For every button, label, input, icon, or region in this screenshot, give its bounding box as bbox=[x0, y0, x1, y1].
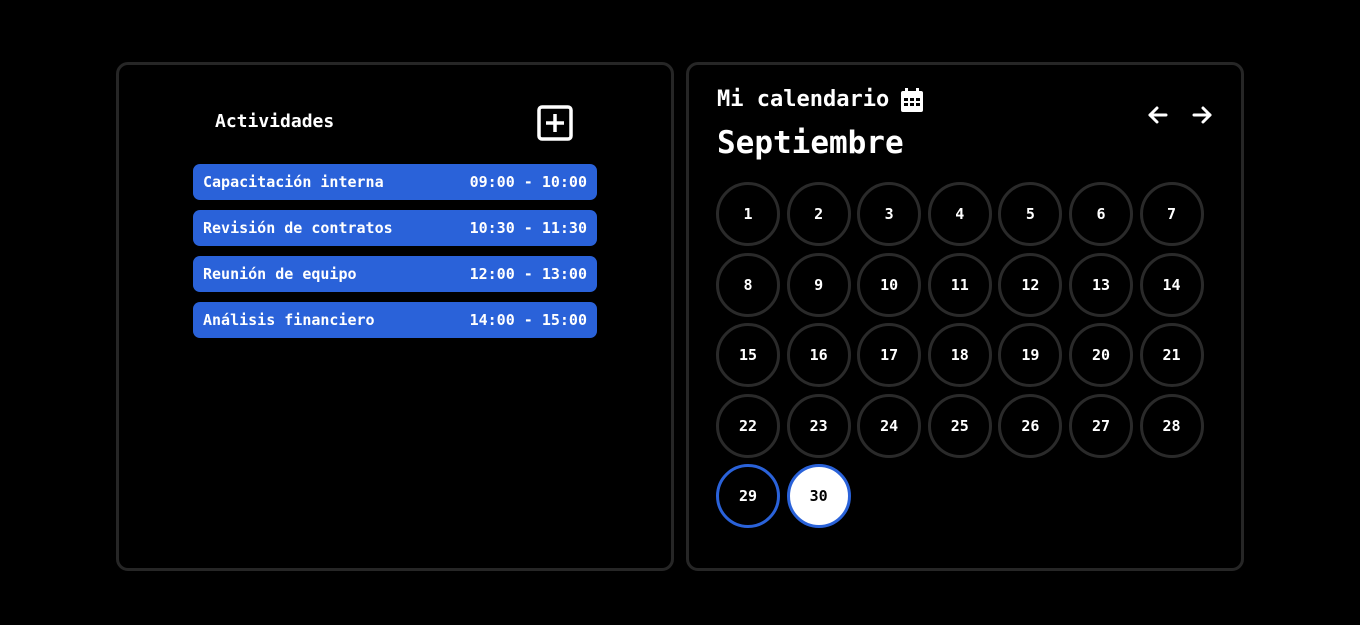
day-cell[interactable]: 23 bbox=[786, 393, 851, 458]
activity-time: 10:30 - 11:30 bbox=[469, 219, 587, 237]
day-cell[interactable]: 16 bbox=[786, 323, 851, 387]
day-cell[interactable]: 21 bbox=[1139, 323, 1204, 387]
day-cell[interactable]: 12 bbox=[998, 252, 1063, 317]
day-cell[interactable]: 25 bbox=[927, 393, 992, 458]
activities-title: Actividades bbox=[215, 111, 335, 132]
day-cell[interactable]: 29 bbox=[716, 464, 780, 528]
day-cell[interactable]: 2 bbox=[786, 182, 851, 246]
day-cell[interactable]: 9 bbox=[786, 252, 851, 317]
activity-item[interactable]: Revisión de contratos 10:30 - 11:30 bbox=[193, 210, 597, 246]
day-cell[interactable]: 22 bbox=[716, 393, 780, 458]
day-cell[interactable]: 10 bbox=[857, 252, 922, 317]
day-cell[interactable]: 4 bbox=[927, 182, 992, 246]
day-cell[interactable]: 20 bbox=[1068, 323, 1133, 387]
day-cell[interactable]: 15 bbox=[716, 323, 780, 387]
day-cell[interactable]: 13 bbox=[1068, 252, 1133, 317]
activity-time: 12:00 - 13:00 bbox=[469, 265, 587, 283]
calendar-header: Mi calendario bbox=[717, 87, 924, 112]
day-cell[interactable]: 26 bbox=[998, 393, 1063, 458]
activity-item[interactable]: Capacitación interna 09:00 - 10:00 bbox=[193, 164, 597, 200]
day-cell[interactable]: 3 bbox=[857, 182, 922, 246]
activities-list: Capacitación interna 09:00 - 10:00 Revis… bbox=[193, 164, 597, 348]
activity-name: Reunión de equipo bbox=[203, 265, 357, 283]
day-grid: 1 2 3 4 5 6 7 8 9 10 11 12 13 14 15 16 17 18 19 20 21 22 23 24 2… bbox=[716, 182, 1204, 528]
month-label: Septiembre bbox=[717, 125, 904, 161]
activity-item[interactable]: Análisis financiero 14:00 - 15:00 bbox=[193, 302, 597, 338]
day-cell[interactable]: 30 bbox=[786, 464, 851, 528]
arrow-left-icon[interactable] bbox=[1146, 103, 1170, 127]
activities-panel: Actividades Capacitación interna 09:00 -… bbox=[116, 62, 674, 571]
activity-name: Capacitación interna bbox=[203, 173, 384, 191]
plus-square-icon[interactable] bbox=[537, 105, 573, 141]
day-cell[interactable]: 1 bbox=[716, 182, 780, 246]
day-cell[interactable]: 11 bbox=[927, 252, 992, 317]
activity-time: 14:00 - 15:00 bbox=[469, 311, 587, 329]
arrow-right-icon[interactable] bbox=[1190, 103, 1214, 127]
day-cell[interactable]: 17 bbox=[857, 323, 922, 387]
day-cell[interactable]: 8 bbox=[716, 252, 780, 317]
calendar-panel: Mi calendario Septiembre 1 2 3 4 5 6 7 8 9 10 11 12… bbox=[686, 62, 1244, 571]
calendar-icon bbox=[901, 87, 924, 112]
activity-name: Análisis financiero bbox=[203, 311, 375, 329]
day-cell[interactable]: 24 bbox=[857, 393, 922, 458]
calendar-title: Mi calendario bbox=[717, 87, 890, 112]
activity-name: Revisión de contratos bbox=[203, 219, 393, 237]
day-cell[interactable]: 7 bbox=[1139, 182, 1204, 246]
day-cell[interactable]: 19 bbox=[998, 323, 1063, 387]
activity-item[interactable]: Reunión de equipo 12:00 - 13:00 bbox=[193, 256, 597, 292]
day-cell[interactable]: 18 bbox=[927, 323, 992, 387]
day-cell[interactable]: 27 bbox=[1068, 393, 1133, 458]
day-cell[interactable]: 28 bbox=[1139, 393, 1204, 458]
day-cell[interactable]: 5 bbox=[998, 182, 1063, 246]
day-cell[interactable]: 6 bbox=[1068, 182, 1133, 246]
activity-time: 09:00 - 10:00 bbox=[469, 173, 587, 191]
day-cell[interactable]: 14 bbox=[1139, 252, 1204, 317]
